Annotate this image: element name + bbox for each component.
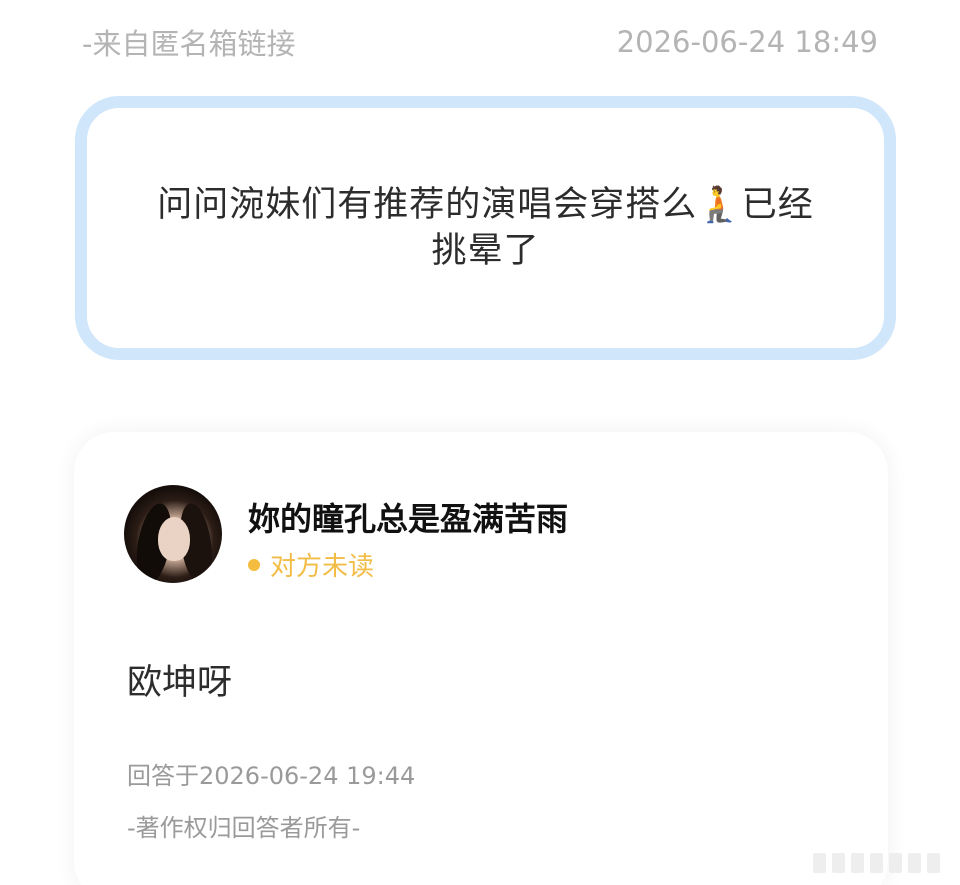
watermark-glyph: [851, 853, 864, 873]
watermark-glyph: [908, 853, 921, 873]
watermark-glyph: [889, 853, 902, 873]
copyright-note: -著作权归回答者所有-: [127, 814, 361, 842]
source-label: -来自匿名箱链接: [82, 27, 296, 61]
question-timestamp: 2026-06-24 18:49: [616, 25, 878, 59]
watermark: [790, 850, 940, 876]
watermark-glyph: [832, 853, 845, 873]
answerer-name[interactable]: 妳的瞳孔总是盈满苦雨: [248, 494, 568, 540]
status-dot-icon: [248, 558, 260, 571]
answer-time: 回答于2026-06-24 19:44: [127, 762, 416, 790]
read-status-label: 对方未读: [270, 552, 375, 582]
avatar[interactable]: [124, 485, 222, 583]
question-meta-row: -来自匿名箱链接 2026-06-24 18:49: [82, 20, 878, 64]
watermark-glyph: [870, 853, 883, 873]
question-card: 问问涴妹们有推荐的演唱会穿搭么🧎已经挑晕了: [75, 96, 896, 360]
avatar-face: [158, 517, 190, 561]
watermark-glyph: [813, 853, 826, 873]
answer-text: 欧坤呀: [127, 663, 233, 703]
watermark-glyph: [927, 853, 940, 873]
read-status: 对方未读: [248, 546, 374, 583]
qa-page: -来自匿名箱链接 2026-06-24 18:49 问问涴妹们有推荐的演唱会穿搭…: [0, 0, 960, 885]
answer-card: 妳的瞳孔总是盈满苦雨 对方未读 欧坤呀 回答于2026-06-24 19:44 …: [74, 432, 888, 885]
question-text: 问问涴妹们有推荐的演唱会穿搭么🧎已经挑晕了: [157, 185, 814, 271]
